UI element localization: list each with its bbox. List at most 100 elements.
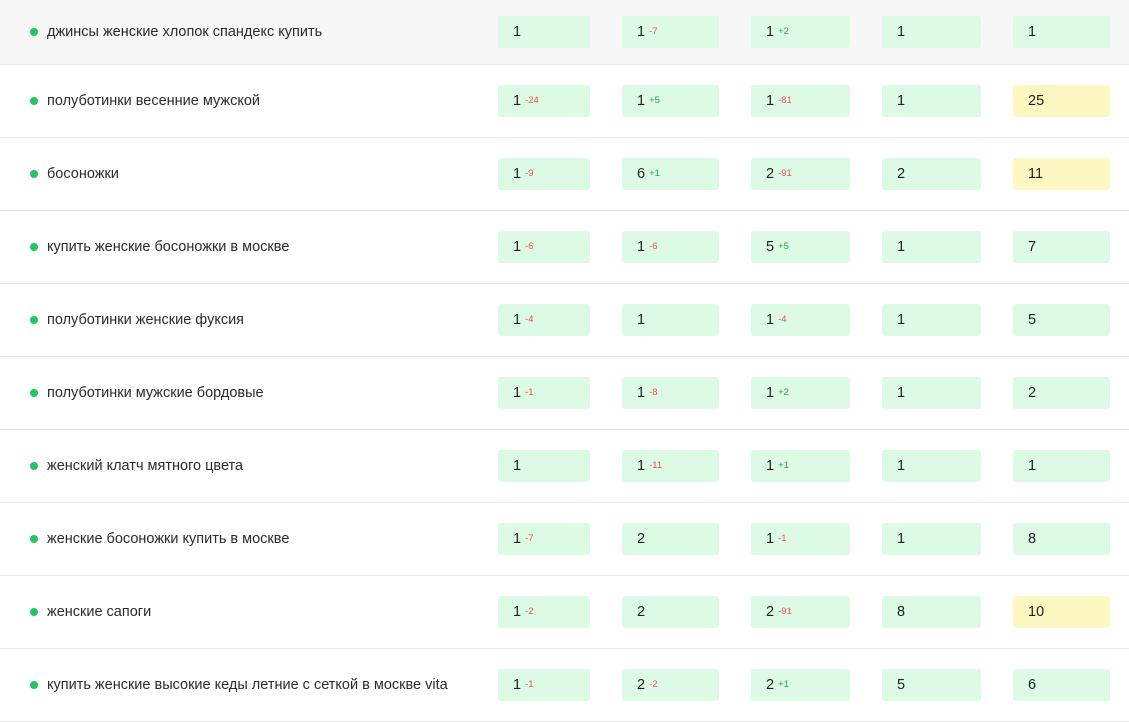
- position-cell: 11: [1013, 158, 1110, 190]
- position-value: 1: [513, 166, 522, 182]
- position-delta: -7: [649, 25, 658, 37]
- position-cell: 2: [622, 523, 719, 555]
- position-value: 7: [1028, 239, 1037, 255]
- position-cell: 25: [1013, 85, 1110, 117]
- position-cell: 1 +5: [622, 85, 719, 117]
- position-delta: -81: [778, 94, 792, 106]
- position-delta: -6: [525, 240, 534, 252]
- position-value: 1: [766, 385, 775, 401]
- position-value: 1: [513, 531, 522, 547]
- position-cell: 1 -7: [622, 16, 719, 48]
- position-value: 1: [897, 24, 906, 40]
- position-cell: 1 -81: [751, 85, 850, 117]
- position-delta: -24: [525, 94, 539, 106]
- keyword-label: купить женские босоножки в москве: [47, 239, 290, 255]
- position-value: 1: [637, 385, 646, 401]
- position-value: 2: [637, 531, 646, 547]
- position-value: 11: [1028, 166, 1044, 182]
- position-cell: 6 +1: [622, 158, 719, 190]
- position-delta: -1: [525, 386, 534, 398]
- position-cell: 1 -24: [498, 85, 590, 117]
- position-cell: 1 -1: [498, 377, 590, 409]
- table-row[interactable]: женский клатч мятного цвета 1 1 -11 1 +1 1 1: [0, 430, 1129, 503]
- position-value: 1: [766, 312, 775, 328]
- position-value: 1: [513, 385, 522, 401]
- positions-table: джинсы женские хлопок спандекс купить 1 1-…: [0, 0, 1129, 722]
- keyword-cell[interactable]: женские сапоги: [30, 576, 151, 648]
- position-cell: 1 -6: [498, 231, 590, 263]
- position-delta: -1: [778, 532, 787, 544]
- position-cell: 1: [498, 450, 590, 482]
- position-value: 1: [637, 93, 646, 109]
- keyword-cell[interactable]: женские босоножки купить в москве: [30, 503, 289, 575]
- position-cell: 5: [1013, 304, 1110, 336]
- keyword-cell[interactable]: полуботинки мужские бордовые: [30, 357, 264, 429]
- table-row[interactable]: полуботинки женские фуксия 1 -4 1 1 -4 1 5: [0, 284, 1129, 357]
- position-cell: 1 -4: [751, 304, 850, 336]
- keyword-label: полуботинки мужские бордовые: [47, 385, 264, 401]
- position-cell: 1: [882, 16, 981, 48]
- position-cell: 1 -2: [498, 596, 590, 628]
- keyword-cell[interactable]: полуботинки весенние мужской: [30, 65, 260, 137]
- position-cell: 10: [1013, 596, 1110, 628]
- table-row[interactable]: купить женские высокие кеды летние с сет…: [0, 649, 1129, 722]
- table-row[interactable]: женские босоножки купить в москве 1 -7 2 1 -1…: [0, 503, 1129, 576]
- position-value: 1: [766, 531, 775, 547]
- position-cell: 1 -1: [751, 523, 850, 555]
- position-cell: 1 -8: [622, 377, 719, 409]
- keyword-label: джинсы женские хлопок спандекс купить: [47, 24, 323, 40]
- keyword-cell[interactable]: босоножки: [30, 138, 119, 210]
- position-cell: 7: [1013, 231, 1110, 263]
- position-value: 1: [513, 458, 522, 474]
- position-cell: 2: [882, 158, 981, 190]
- position-delta: +5: [649, 94, 660, 106]
- position-cell: 1: [882, 85, 981, 117]
- table-row[interactable]: полуботинки весенние мужской 1 -24 1 +5 1 -81 1…: [0, 65, 1129, 138]
- keyword-cell[interactable]: женский клатч мятного цвета: [30, 430, 243, 502]
- position-delta: -4: [778, 313, 787, 325]
- position-value: 1: [513, 604, 522, 620]
- position-value: 1: [766, 93, 775, 109]
- position-value: 1: [1028, 24, 1037, 40]
- status-dot-icon: [30, 97, 38, 105]
- position-delta: +2: [778, 25, 789, 37]
- position-value: 1: [897, 93, 906, 109]
- position-value: 1: [637, 458, 646, 474]
- table-row[interactable]: полуботинки мужские бордовые 1 -1 1 -8 1 +2 1 2: [0, 357, 1129, 430]
- position-cell: 6: [1013, 669, 1110, 701]
- position-value: 1: [766, 458, 775, 474]
- status-dot-icon: [30, 681, 38, 689]
- table-row[interactable]: джинсы женские хлопок спандекс купить 1 1-…: [0, 0, 1129, 65]
- table-row[interactable]: босоножки 1 -9 6 +1 2 -91 2 11: [0, 138, 1129, 211]
- position-value: 2: [637, 604, 646, 620]
- position-value: 2: [766, 166, 775, 182]
- keyword-cell[interactable]: купить женские босоножки в москве: [30, 211, 289, 283]
- status-dot-icon: [30, 535, 38, 543]
- position-value: 1: [1028, 458, 1037, 474]
- position-delta: -7: [525, 532, 534, 544]
- position-cell: 1 -1: [498, 669, 590, 701]
- position-cell: 1 -7: [498, 523, 590, 555]
- keyword-label: женский клатч мятного цвета: [47, 458, 244, 474]
- position-delta: -8: [649, 386, 658, 398]
- status-dot-icon: [30, 462, 38, 470]
- position-cell: 1 -6: [622, 231, 719, 263]
- position-value: 1: [897, 239, 906, 255]
- keyword-cell[interactable]: полуботинки женские фуксия: [30, 284, 244, 356]
- position-cell: 1: [882, 304, 981, 336]
- position-cell: 8: [1013, 523, 1110, 555]
- table-row[interactable]: женские сапоги 1 -2 2 2 -91 8 10: [0, 576, 1129, 649]
- status-dot-icon: [30, 389, 38, 397]
- keyword-cell[interactable]: купить женские высокие кеды летние с сет…: [30, 649, 448, 721]
- position-delta: -91: [778, 605, 792, 617]
- keyword-cell[interactable]: джинсы женские хлопок спандекс купить: [30, 0, 322, 64]
- position-delta: +1: [649, 167, 660, 179]
- position-delta: +2: [778, 386, 789, 398]
- position-value: 6: [637, 166, 646, 182]
- position-value: 8: [1028, 531, 1037, 547]
- position-value: 1: [897, 531, 906, 547]
- table-row[interactable]: купить женские босоножки в москве 1 -6 1 -6 5…: [0, 211, 1129, 284]
- position-delta: -2: [525, 605, 534, 617]
- position-value: 1: [637, 24, 646, 40]
- position-value: 5: [1028, 312, 1037, 328]
